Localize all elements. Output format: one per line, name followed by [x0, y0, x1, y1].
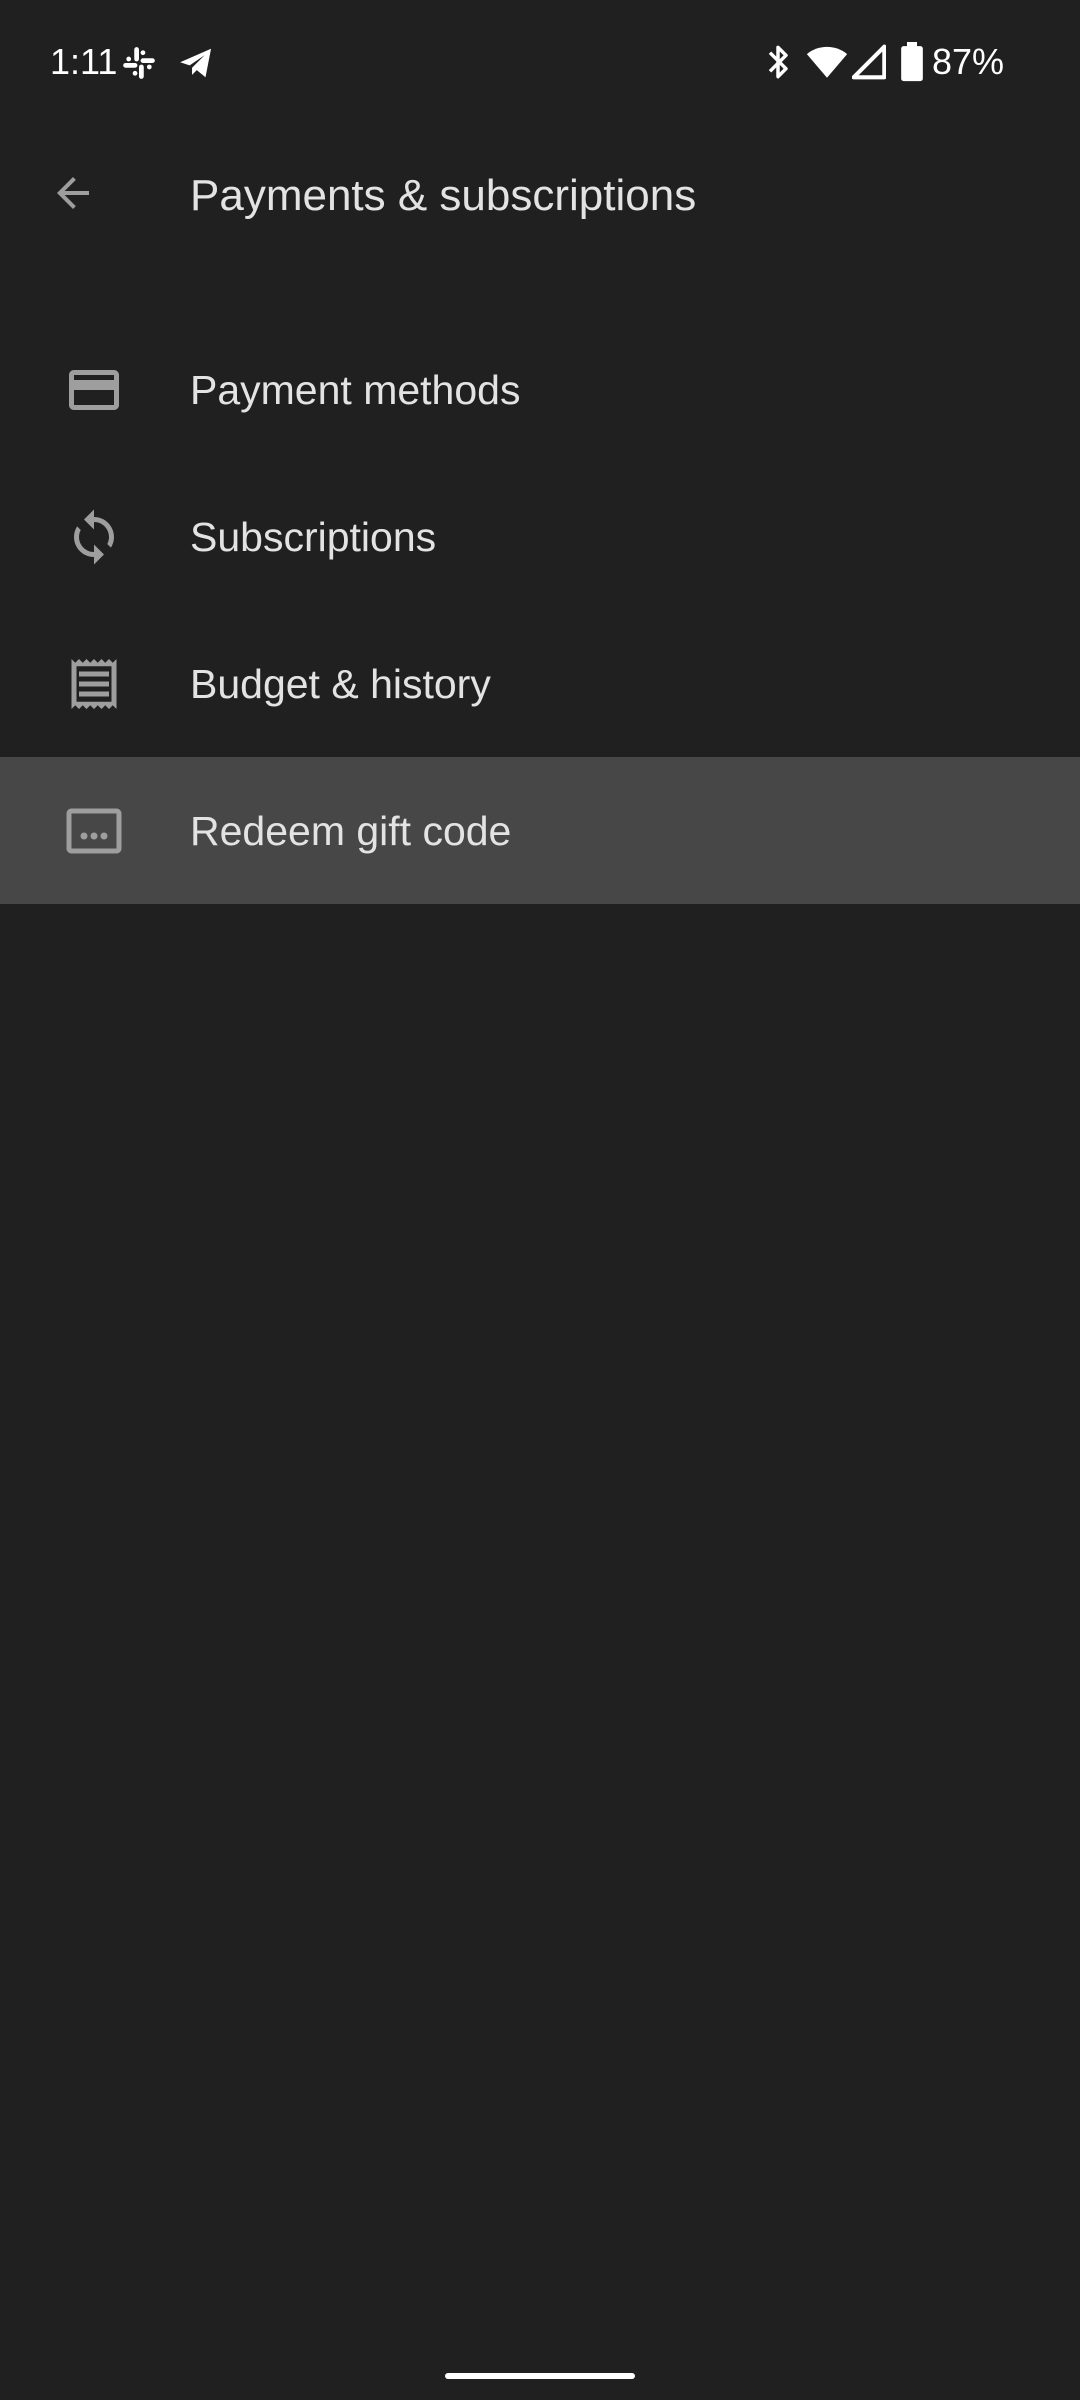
battery-percent: 87% [932, 41, 1005, 82]
menu-item-budget-history[interactable]: Budget & history [0, 610, 1080, 757]
credit-card-icon [62, 358, 126, 422]
battery-icon [901, 42, 923, 82]
menu-item-label: Subscriptions [190, 513, 437, 560]
gesture-nav-handle[interactable] [445, 2373, 635, 2379]
menu-item-subscriptions[interactable]: Subscriptions [0, 463, 1080, 610]
slack-icon [123, 47, 155, 79]
gift-code-icon [62, 799, 126, 863]
cell-signal-icon [852, 44, 886, 80]
back-button[interactable] [28, 148, 118, 238]
arrow-back-icon [57, 177, 89, 209]
app-bar: Payments & subscriptions [0, 124, 1080, 270]
menu-item-label: Payment methods [190, 366, 521, 413]
wifi-icon [806, 46, 848, 78]
status-bar: 1:11 87% [0, 0, 1080, 124]
telegram-icon [180, 48, 212, 78]
menu-item-label: Redeem gift code [190, 807, 512, 854]
menu-item-payment-methods[interactable]: Payment methods [0, 316, 1080, 463]
menu-item-redeem-gift-code[interactable]: Redeem gift code [0, 757, 1080, 904]
bluetooth-icon [768, 45, 788, 79]
receipt-icon [62, 652, 126, 716]
status-time: 1:11 [50, 41, 118, 82]
sync-icon [62, 505, 126, 569]
menu-item-label: Budget & history [190, 660, 491, 707]
page-title: Payments & subscriptions [190, 171, 697, 220]
menu-list: Payment methods Subscriptions Budget & h… [0, 316, 1080, 904]
